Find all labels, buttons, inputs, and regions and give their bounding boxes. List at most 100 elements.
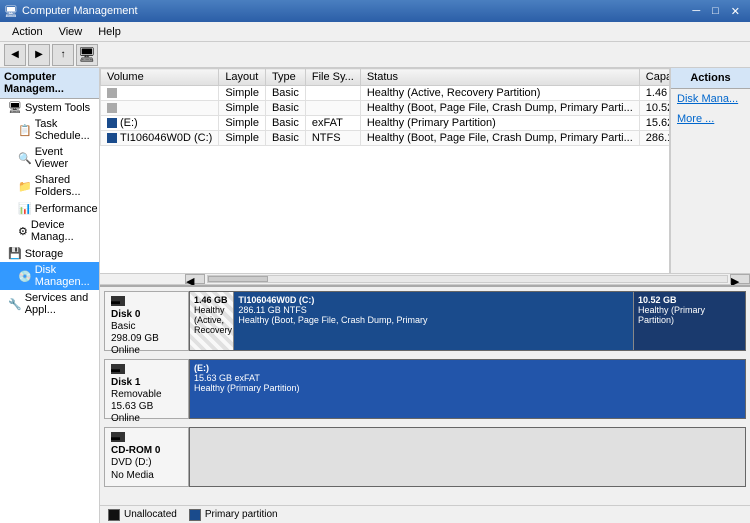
minimize-button[interactable]: ─: [686, 5, 706, 17]
tree-icon-performance: 📊: [18, 202, 32, 215]
cell-2-2: Basic: [265, 116, 305, 131]
tree-label-disk-management: Disk Managen...: [35, 264, 95, 288]
disk-row-disk0: ▬Disk 0Basic298.09 GBOnline1.46 GBHealth…: [104, 291, 746, 351]
disk-row-cdrom0: ▬CD-ROM 0DVD (D:)No Media: [104, 427, 746, 487]
volume-icon: [107, 133, 117, 143]
left-panel: Computer Managem... 🖥System Tools📋Task S…: [0, 68, 100, 523]
disk-type-cdrom0: DVD (D:): [111, 457, 182, 468]
scroll-right-btn[interactable]: ▶: [730, 274, 750, 284]
actions-links: Disk Mana...More ...: [671, 89, 750, 129]
volume-icon: [107, 88, 117, 98]
tree-label-storage: Storage: [25, 248, 64, 260]
cell-2-4: Healthy (Primary Partition): [360, 116, 639, 131]
col-header-5[interactable]: Capacity: [639, 69, 670, 86]
scroll-thumb[interactable]: [208, 276, 268, 282]
tree-item-disk-management[interactable]: 💿Disk Managen...: [0, 262, 99, 290]
toolbar-btn-4[interactable]: 🖥: [76, 44, 98, 66]
table-row[interactable]: TI106046W0D (C:)SimpleBasicNTFSHealthy (…: [101, 131, 671, 146]
title-bar: 🖥 Computer Management ─ □ ✕: [0, 0, 750, 22]
table-scrollbar[interactable]: ◀ ▶: [100, 273, 750, 285]
disk-name-disk0: Disk 0: [111, 309, 182, 320]
toolbar: ◀ ▶ ↑ 🖥: [0, 42, 750, 68]
partition-label-disk0-0-1: Healthy (Active, Recovery: [194, 305, 229, 335]
partition-label-disk0-2-0: 10.52 GB: [638, 295, 741, 305]
maximize-button[interactable]: □: [706, 5, 725, 17]
tree-icon-task-schedule: 📋: [18, 124, 32, 137]
disk-label-disk0: ▬Disk 0Basic298.09 GBOnline: [104, 291, 189, 351]
volume-icon: [107, 118, 117, 128]
cell-1-5: 10.52 GB: [639, 101, 670, 116]
scroll-track[interactable]: [207, 275, 728, 283]
cell-1-4: Healthy (Boot, Page File, Crash Dump, Pr…: [360, 101, 639, 116]
partition-disk0-1[interactable]: TI106046W0D (C:)286.11 GB NTFSHealthy (B…: [234, 292, 634, 350]
scroll-left-btn[interactable]: ◀: [185, 274, 205, 284]
legend-bar: Unallocated Primary partition: [100, 505, 750, 523]
partition-label-disk1-0-2: Healthy (Primary Partition): [194, 383, 741, 393]
col-header-4[interactable]: Status: [360, 69, 639, 86]
top-area: VolumeLayoutTypeFile Sy...StatusCapacity…: [100, 68, 750, 273]
table-body: SimpleBasicHealthy (Active, Recovery Par…: [101, 86, 671, 146]
legend-label-unallocated: Unallocated: [124, 509, 177, 520]
tree-icon-event-viewer: 🔍: [18, 152, 32, 165]
tree-container: 🖥System Tools📋Task Schedule...🔍Event Vie…: [0, 99, 99, 318]
cell-3-0: TI106046W0D (C:): [101, 131, 219, 146]
table-row[interactable]: SimpleBasicHealthy (Boot, Page File, Cra…: [101, 101, 671, 116]
disk-type-disk0: Basic: [111, 321, 182, 332]
left-panel-title: Computer Managem...: [0, 68, 99, 99]
disk-status-disk1: Online: [111, 413, 182, 424]
partition-disk1-0[interactable]: (E:)15.63 GB exFATHealthy (Primary Parti…: [190, 360, 745, 418]
tree-item-performance[interactable]: 📊Performance: [0, 200, 99, 217]
tree-item-event-viewer[interactable]: 🔍Event Viewer: [0, 144, 99, 172]
col-header-0[interactable]: Volume: [101, 69, 219, 86]
partition-label-disk0-0-0: 1.46 GB: [194, 295, 229, 305]
app-icon: 🖥: [4, 5, 18, 18]
tree-item-shared-folders[interactable]: 📁Shared Folders...: [0, 172, 99, 200]
partition-label-disk1-0-0: (E:): [194, 363, 741, 373]
action-link-1[interactable]: More ...: [671, 109, 750, 129]
tree-label-services: Services and Appl...: [25, 292, 95, 316]
tree-label-task-schedule: Task Schedule...: [35, 118, 95, 142]
tree-label-performance: Performance: [35, 203, 98, 215]
toolbar-btn-3[interactable]: ↑: [52, 44, 74, 66]
tree-item-services[interactable]: 🔧Services and Appl...: [0, 290, 99, 318]
table-header: VolumeLayoutTypeFile Sy...StatusCapacity…: [101, 69, 671, 86]
legend-unallocated: Unallocated: [108, 509, 177, 521]
tree-label-device-manager: Device Manag...: [31, 219, 95, 243]
partition-disk0-0[interactable]: 1.46 GBHealthy (Active, Recovery: [190, 292, 234, 350]
cell-1-2: Basic: [265, 101, 305, 116]
disk-label-disk1: ▬Disk 1Removable15.63 GBOnline: [104, 359, 189, 419]
partition-disk0-2[interactable]: 10.52 GBHealthy (Primary Partition): [634, 292, 745, 350]
menu-help[interactable]: Help: [90, 24, 129, 40]
table-row[interactable]: SimpleBasicHealthy (Active, Recovery Par…: [101, 86, 671, 101]
table-row[interactable]: (E:)SimpleBasicexFATHealthy (Primary Par…: [101, 116, 671, 131]
menu-view[interactable]: View: [51, 24, 91, 40]
cell-3-3: NTFS: [305, 131, 360, 146]
tree-item-system-tools[interactable]: 🖥System Tools: [0, 99, 99, 116]
disk-icon-disk1: ▬: [111, 364, 125, 374]
menu-action[interactable]: Action: [4, 24, 51, 40]
toolbar-btn-1[interactable]: ◀: [4, 44, 26, 66]
cell-3-2: Basic: [265, 131, 305, 146]
action-link-0[interactable]: Disk Mana...: [671, 89, 750, 109]
cell-0-1: Simple: [219, 86, 266, 101]
close-button[interactable]: ✕: [725, 5, 746, 18]
col-header-1[interactable]: Layout: [219, 69, 266, 86]
tree-item-storage[interactable]: 💾Storage: [0, 245, 99, 262]
tree-icon-disk-management: 💿: [18, 270, 32, 283]
tree-item-task-schedule[interactable]: 📋Task Schedule...: [0, 116, 99, 144]
col-header-3[interactable]: File Sy...: [305, 69, 360, 86]
disk-size-disk0: 298.09 GB: [111, 333, 182, 344]
disk-partitions-disk0: 1.46 GBHealthy (Active, RecoveryTI106046…: [189, 291, 746, 351]
cell-0-5: 1.46 GB: [639, 86, 670, 101]
table-area[interactable]: VolumeLayoutTypeFile Sy...StatusCapacity…: [100, 68, 670, 273]
cell-3-5: 286.11 GB: [639, 131, 670, 146]
partition-label-disk0-1-1: 286.11 GB NTFS: [238, 305, 629, 315]
col-header-2[interactable]: Type: [265, 69, 305, 86]
volume-icon: [107, 103, 117, 113]
toolbar-btn-2[interactable]: ▶: [28, 44, 50, 66]
tree-item-device-manager[interactable]: ⚙Device Manag...: [0, 217, 99, 245]
partition-label-disk0-1-0: TI106046W0D (C:): [238, 295, 629, 305]
legend-primary: Primary partition: [189, 509, 278, 521]
disk-rows-container: ▬Disk 0Basic298.09 GBOnline1.46 GBHealth…: [104, 291, 746, 487]
disk-name-disk1: Disk 1: [111, 377, 182, 388]
